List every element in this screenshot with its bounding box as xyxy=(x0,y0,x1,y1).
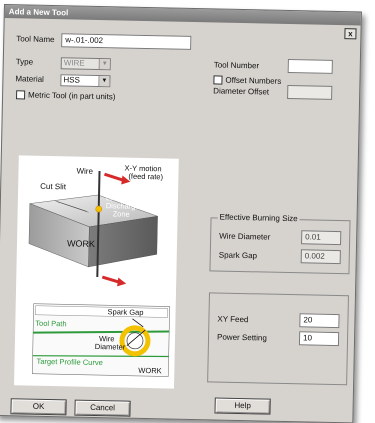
diameter-offset-label: Diameter Offset xyxy=(213,86,270,97)
close-button[interactable]: x xyxy=(344,28,357,40)
diagram-wire-label: Wire xyxy=(76,167,93,176)
cancel-button[interactable]: Cancel xyxy=(74,399,131,417)
effective-burning-size-group: Effective Burning Size Wire Diameter 0.0… xyxy=(209,212,351,275)
diagram-work-label: WORK xyxy=(67,238,95,249)
tool-number-input[interactable] xyxy=(287,58,333,74)
power-setting-input[interactable]: 10 xyxy=(298,331,340,347)
metric-tool-label: Metric Tool (in part units) xyxy=(28,90,116,102)
discharge-spark-icon xyxy=(95,205,103,213)
diagram-wire-diameter-label-2: Diameter xyxy=(95,342,126,352)
feed-group: XY Feed 20 Power Setting 10 xyxy=(207,292,349,386)
tool-number-label: Tool Number xyxy=(213,60,260,71)
spark-gap-input[interactable]: 0.002 xyxy=(300,249,341,265)
diagram-cut-slit-label: Cut Slit xyxy=(40,182,67,192)
type-select[interactable]: WIRE ▼ xyxy=(60,57,111,71)
offset-numbers-label: Offset Numbers xyxy=(225,75,282,86)
xy-feed-input[interactable]: 20 xyxy=(299,313,340,329)
power-setting-label: Power Setting xyxy=(216,332,267,343)
tool-name-input[interactable]: w-.01-.002 xyxy=(61,33,192,50)
spark-gap-label: Spark Gap xyxy=(218,250,258,261)
diagram-spark-gap-label: Spark Gap xyxy=(107,307,143,317)
chevron-down-icon: ▼ xyxy=(98,75,110,87)
type-value: WIRE xyxy=(63,58,85,68)
diagram-work-bottom-label: WORK xyxy=(138,366,162,375)
metric-tool-checkbox[interactable] xyxy=(16,90,26,100)
diagram-target-curve-label: Target Profile Curve xyxy=(36,357,102,367)
material-select[interactable]: HSS ▼ xyxy=(60,74,111,88)
wire-diameter-input[interactable]: 0.01 xyxy=(301,230,342,246)
add-tool-dialog: Add a New Tool x Tool Name w-.01-.002 Ty… xyxy=(0,4,362,423)
tool-name-label: Tool Name xyxy=(16,34,55,45)
offset-numbers-checkbox[interactable] xyxy=(213,75,223,85)
wire-core-icon xyxy=(126,332,144,350)
wire-edm-illustration: Wire X-Y motion (feed rate) Cut Slit Ele… xyxy=(28,164,171,377)
type-label: Type xyxy=(15,57,34,67)
motion-arrow-top xyxy=(103,172,125,182)
xy-feed-label: XY Feed xyxy=(217,314,249,325)
diagram-edz-label-3: Zone xyxy=(113,209,130,218)
material-label: Material xyxy=(15,74,44,84)
help-button[interactable]: Help xyxy=(214,397,271,415)
effective-burning-size-title: Effective Burning Size xyxy=(217,212,300,224)
diagram-tool-path-label: Tool Path xyxy=(35,319,66,329)
chevron-down-icon: ▼ xyxy=(98,58,110,70)
wire-diameter-label: Wire Diameter xyxy=(219,231,271,242)
ok-button[interactable]: OK xyxy=(10,398,67,416)
diameter-offset-input[interactable] xyxy=(287,84,333,100)
motion-arrowhead-bottom xyxy=(117,277,127,287)
material-value: HSS xyxy=(63,75,80,85)
dialog-title: Add a New Tool xyxy=(4,5,361,26)
wire-edm-diagram: Wire X-Y motion (feed rate) Cut Slit Ele… xyxy=(14,155,179,389)
diagram-motion-label-2: (feed rate) xyxy=(128,172,163,182)
motion-arrow-bottom xyxy=(101,275,121,284)
